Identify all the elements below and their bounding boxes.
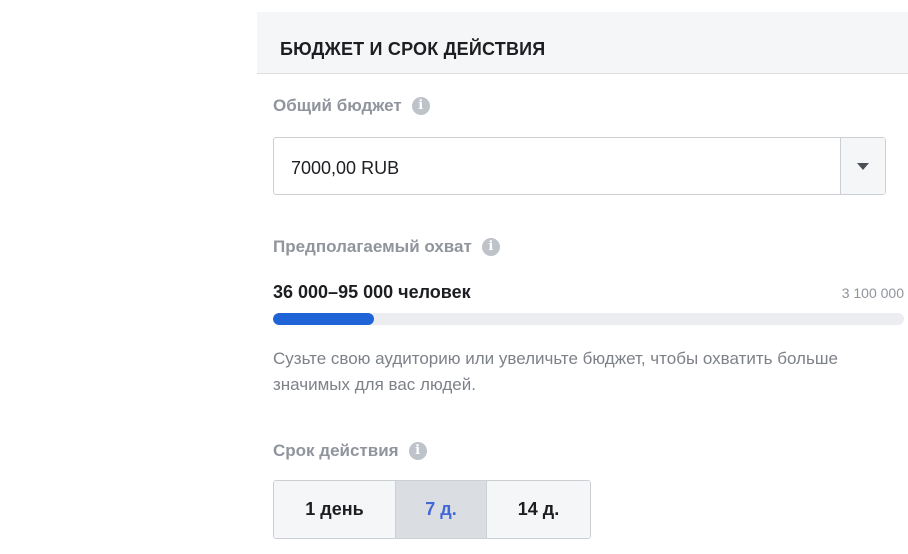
budget-value[interactable]: 7000,00 RUB [291,158,399,179]
budget-label: Общий бюджет [273,96,402,115]
reach-progress-fill [273,313,374,325]
section-title: БЮДЖЕТ И СРОК ДЕЙСТВИЯ [280,39,546,59]
duration-option-7-days[interactable]: 7 д. [395,481,486,538]
duration-option-14-days[interactable]: 14 д. [486,481,590,538]
duration-option-1-day[interactable]: 1 день [274,481,395,538]
info-icon[interactable]: i [411,97,430,115]
duration-label: Срок действия [273,441,399,460]
reach-label-row: Предполагаемый охват i [273,237,500,257]
reach-max: 3 100 000 [841,285,904,301]
reach-progress-bar [273,313,904,325]
budget-and-duration-panel: БЮДЖЕТ И СРОК ДЕЙСТВИЯ Общий бюджет i 70… [257,0,908,554]
reach-label: Предполагаемый охват [273,237,472,256]
duration-selector: 1 день 7 д. 14 д. [273,480,591,539]
budget-label-row: Общий бюджет i [273,96,430,116]
reach-range: 36 000–95 000 человек [273,282,471,302]
info-icon[interactable]: i [408,442,427,460]
reach-hint: Сузьте свою аудиторию или увеличьте бюдж… [273,349,838,394]
info-icon[interactable]: i [481,238,500,256]
chevron-down-icon [857,162,869,170]
budget-select[interactable]: 7000,00 RUB [273,137,886,195]
duration-label-row: Срок действия i [273,441,427,461]
budget-dropdown-button[interactable] [840,138,885,194]
section-header: БЮДЖЕТ И СРОК ДЕЙСТВИЯ [257,12,908,74]
